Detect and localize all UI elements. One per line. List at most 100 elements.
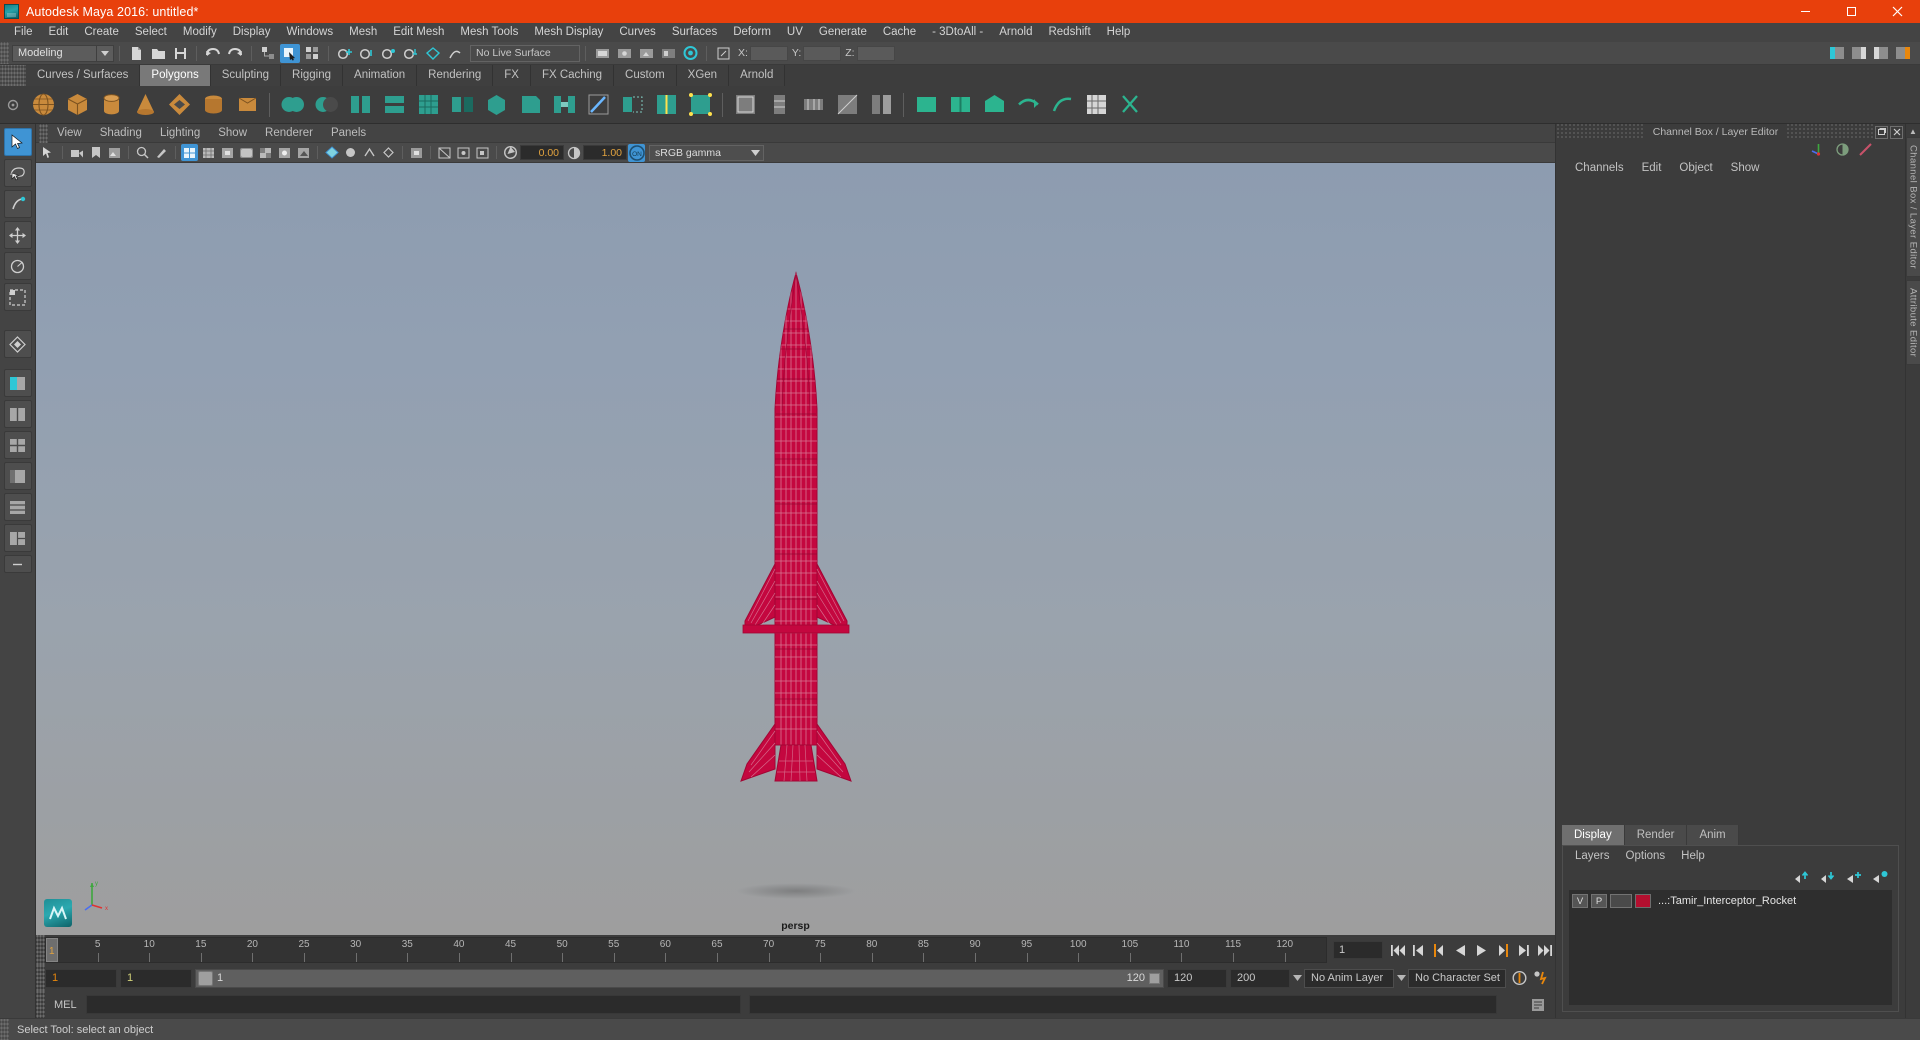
shelf-tab-xgen[interactable]: XGen [677, 65, 729, 86]
snap-to-grid-icon[interactable] [335, 44, 355, 63]
snap-to-curve-icon[interactable] [357, 44, 377, 63]
y-coord-input[interactable] [803, 46, 841, 61]
range-start-input[interactable]: 1 [45, 969, 117, 988]
shelf-tab-rendering[interactable]: Rendering [417, 65, 493, 86]
screen-space-ao-icon[interactable] [323, 144, 340, 161]
channel-menu-edit[interactable]: Edit [1633, 158, 1671, 178]
render-view-icon[interactable] [592, 44, 612, 63]
menu-edit[interactable]: Edit [41, 23, 77, 42]
xray-active-components-icon[interactable] [474, 144, 491, 161]
render-settings-icon[interactable] [636, 44, 656, 63]
layout-single-pane-button[interactable] [4, 369, 32, 397]
exposure-value-input[interactable]: 0.00 [520, 145, 564, 160]
step-back-key-icon[interactable] [1409, 940, 1428, 960]
exposure-icon[interactable] [502, 144, 519, 161]
save-scene-icon[interactable] [170, 44, 190, 63]
xray-mode-icon[interactable] [436, 144, 453, 161]
z-coord-input[interactable] [857, 46, 895, 61]
scale-tool-button[interactable] [4, 283, 32, 311]
layer-tab-display[interactable]: Display [1562, 825, 1625, 845]
combine-icon[interactable] [344, 89, 376, 121]
layer-tab-anim[interactable]: Anim [1687, 825, 1738, 845]
layer-menu-layers[interactable]: Layers [1567, 846, 1618, 866]
show-attribute-editor-icon[interactable] [1849, 44, 1869, 63]
separate-icon[interactable] [378, 89, 410, 121]
sew-tool-icon[interactable] [944, 89, 976, 121]
play-backwards-icon[interactable] [1451, 940, 1470, 960]
layer-menu-help[interactable]: Help [1673, 846, 1713, 866]
select-by-hierarchy-icon[interactable] [258, 44, 278, 63]
menu-mesh-display[interactable]: Mesh Display [526, 23, 611, 42]
bridge-icon[interactable] [548, 89, 580, 121]
shaded-textured-icon[interactable] [257, 144, 274, 161]
channel-box-attribute-list[interactable] [1556, 178, 1905, 825]
vertical-tab-channel-box[interactable]: Channel Box / Layer Editor [1906, 137, 1920, 277]
menu-3dtoall[interactable]: - 3DtoAll - [924, 23, 991, 42]
maximize-button[interactable] [1828, 0, 1874, 23]
new-layer-from-selected-icon[interactable] [1870, 868, 1890, 884]
menu-modify[interactable]: Modify [175, 23, 225, 42]
layout-more-button[interactable] [4, 555, 32, 573]
toolbar-grip[interactable] [0, 42, 9, 64]
bevel-icon[interactable] [514, 89, 546, 121]
grease-pencil-icon[interactable] [153, 144, 170, 161]
layout-four-pane-button[interactable] [4, 431, 32, 459]
playback-end-input[interactable]: 120 [1167, 969, 1227, 988]
append-polygon-icon[interactable] [616, 89, 648, 121]
minimize-button[interactable] [1782, 0, 1828, 23]
range-slider-right-handle[interactable] [1149, 973, 1160, 984]
crease-tool-icon[interactable] [910, 89, 942, 121]
show-channel-box-icon[interactable] [1893, 44, 1913, 63]
step-back-frame-icon[interactable] [1430, 940, 1449, 960]
x-coord-input[interactable] [750, 46, 788, 61]
reduce-icon[interactable] [797, 89, 829, 121]
collapse-panel-arrow-icon[interactable]: ▲ [1907, 126, 1920, 137]
use-default-material-icon[interactable] [238, 144, 255, 161]
step-forward-frame-icon[interactable] [1493, 940, 1512, 960]
multisample-aa-icon[interactable] [361, 144, 378, 161]
move-layer-up-icon[interactable] [1792, 868, 1812, 884]
chevron-down-icon[interactable] [747, 145, 763, 161]
open-scene-icon[interactable] [148, 44, 168, 63]
layer-menu-options[interactable]: Options [1618, 846, 1674, 866]
paint-select-tool-button[interactable] [4, 190, 32, 218]
uv-editor-icon[interactable] [763, 89, 795, 121]
right-panel-close-button[interactable] [1890, 126, 1903, 139]
close-button[interactable] [1874, 0, 1920, 23]
menu-mesh-tools[interactable]: Mesh Tools [452, 23, 526, 42]
go-to-end-icon[interactable] [1535, 940, 1554, 960]
shelf-tab-fx-caching[interactable]: FX Caching [531, 65, 614, 86]
vertical-tab-attribute-editor[interactable]: Attribute Editor [1906, 280, 1920, 365]
smooth-shade-all-icon[interactable] [200, 144, 217, 161]
poly-cylinder-icon[interactable] [95, 89, 127, 121]
camera-attributes-icon[interactable] [68, 144, 85, 161]
show-modeling-toolkit-icon[interactable] [1827, 44, 1847, 63]
color-management-select[interactable]: sRGB gamma [649, 145, 764, 161]
color-management-toggle-icon[interactable]: ON [628, 144, 645, 162]
shelf-tab-sculpting[interactable]: Sculpting [211, 65, 281, 86]
lasso-tool-button[interactable] [4, 159, 32, 187]
layer-shading-toggle[interactable] [1610, 894, 1632, 908]
use-all-lights-icon[interactable] [276, 144, 293, 161]
poly-pyramid-icon[interactable] [231, 89, 263, 121]
command-line-grip[interactable] [36, 991, 45, 1018]
anim-layer-chevron-icon[interactable] [1290, 975, 1304, 981]
select-camera-icon[interactable] [40, 144, 57, 161]
menuset-dropdown-arrow[interactable] [97, 45, 114, 62]
poly-cube-icon[interactable] [61, 89, 93, 121]
menu-edit-mesh[interactable]: Edit Mesh [385, 23, 452, 42]
poly-plane-icon[interactable] [197, 89, 229, 121]
triangulate-icon[interactable] [831, 89, 863, 121]
menu-select[interactable]: Select [127, 23, 175, 42]
display-layer-list[interactable]: V P ...:Tamir_Interceptor_Rocket [1569, 890, 1892, 1005]
manipulator-axis-icon[interactable] [1810, 142, 1827, 157]
move-layer-down-icon[interactable] [1818, 868, 1838, 884]
layout-persp-outliner-button[interactable] [4, 462, 32, 490]
right-panel-grip-left[interactable] [1556, 124, 1645, 140]
go-to-start-icon[interactable] [1388, 940, 1407, 960]
smooth-icon[interactable] [412, 89, 444, 121]
menu-uv[interactable]: UV [779, 23, 811, 42]
bookmark-icon[interactable] [87, 144, 104, 161]
multi-cut-icon[interactable] [582, 89, 614, 121]
select-by-object-type-icon[interactable] [280, 44, 300, 63]
